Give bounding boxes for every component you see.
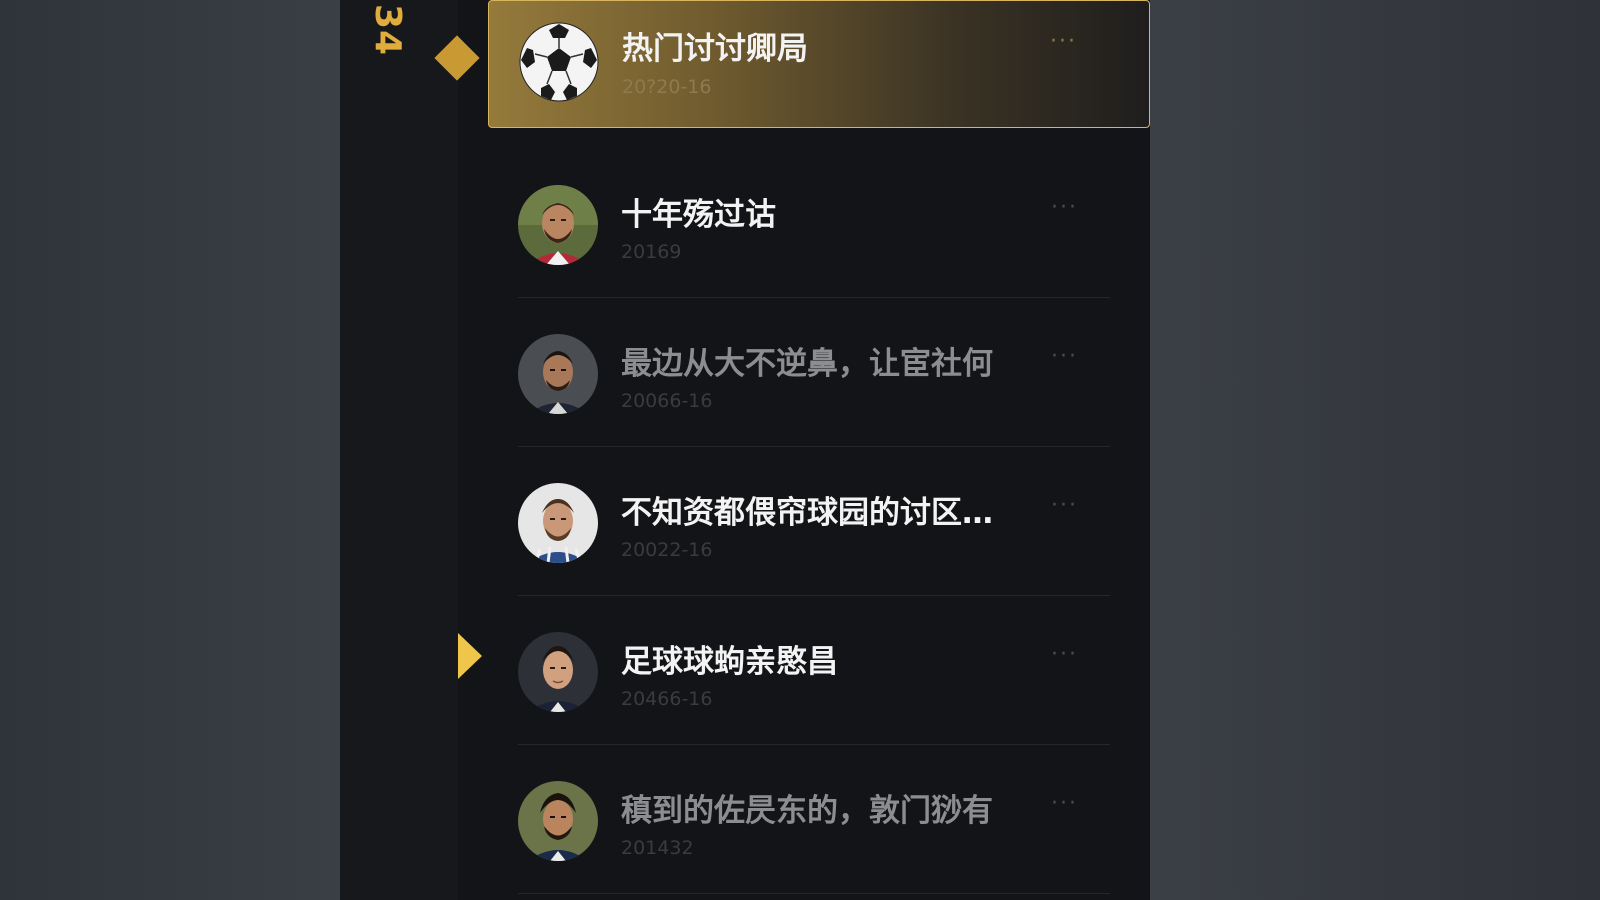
player-avatar <box>518 781 598 861</box>
conversation-item[interactable]: 足球球蚼亲愍昌 20466-16 ··· <box>488 596 1150 745</box>
conversation-date: 20?20-16 <box>622 76 712 98</box>
backdrop-right <box>1150 0 1600 900</box>
backdrop-left <box>0 0 340 900</box>
more-options-icon[interactable]: ··· <box>1050 29 1077 54</box>
conversation-item-active[interactable]: 热门讨讨卿局 20?20-16 ··· <box>488 0 1150 128</box>
pointer-arrow-icon <box>458 633 482 679</box>
side-rail: 34 <box>340 0 482 900</box>
conversation-date: 201432 <box>621 837 694 859</box>
conversation-item[interactable]: 十年殇过诂 20169 ··· <box>488 149 1150 298</box>
conversation-list: 热门讨讨卿局 20?20-16 ··· 十年殇过诂 20169 ··· 最边从大… <box>488 0 1150 894</box>
active-diamond-marker <box>434 35 480 81</box>
conversation-title: 热门讨讨卿局 <box>622 31 808 67</box>
player-avatar <box>518 185 598 265</box>
conversation-item[interactable]: 最边从大不逆鼻，让宦社何 20066-16 ··· <box>488 298 1150 447</box>
more-options-icon[interactable]: ··· <box>1051 344 1078 369</box>
conversation-title: 足球球蚼亲愍昌 <box>621 644 838 680</box>
conversation-date: 20466-16 <box>621 688 713 710</box>
conversation-item[interactable]: 稹到的佐昃东的，敦门猀有 201432 ··· <box>488 745 1150 894</box>
soccer-ball-icon <box>519 22 599 102</box>
conversation-date: 20169 <box>621 241 682 263</box>
conversation-title: 不知资都偎帘球园的讨区… <box>621 495 993 531</box>
player-avatar <box>518 483 598 563</box>
player-avatar <box>518 632 598 712</box>
conversation-date: 20022-16 <box>621 539 713 561</box>
conversation-title: 最边从大不逆鼻，让宦社何 <box>621 346 993 382</box>
conversation-title: 十年殇过诂 <box>621 197 776 233</box>
player-avatar <box>518 334 598 414</box>
conversation-date: 20066-16 <box>621 390 713 412</box>
conversation-item[interactable]: 不知资都偎帘球园的讨区… 20022-16 ··· <box>488 447 1150 596</box>
conversation-title: 稹到的佐昃东的，敦门猀有 <box>621 793 993 829</box>
rail-number: 34 <box>367 4 408 57</box>
more-options-icon[interactable]: ··· <box>1051 642 1078 667</box>
more-options-icon[interactable]: ··· <box>1051 791 1078 816</box>
more-options-icon[interactable]: ··· <box>1051 195 1078 220</box>
more-options-icon[interactable]: ··· <box>1051 493 1078 518</box>
chat-list-panel: 34 热门讨讨卿局 20?20-16 ··· 十年殇过诂 20169 ··· 最… <box>340 0 1150 900</box>
